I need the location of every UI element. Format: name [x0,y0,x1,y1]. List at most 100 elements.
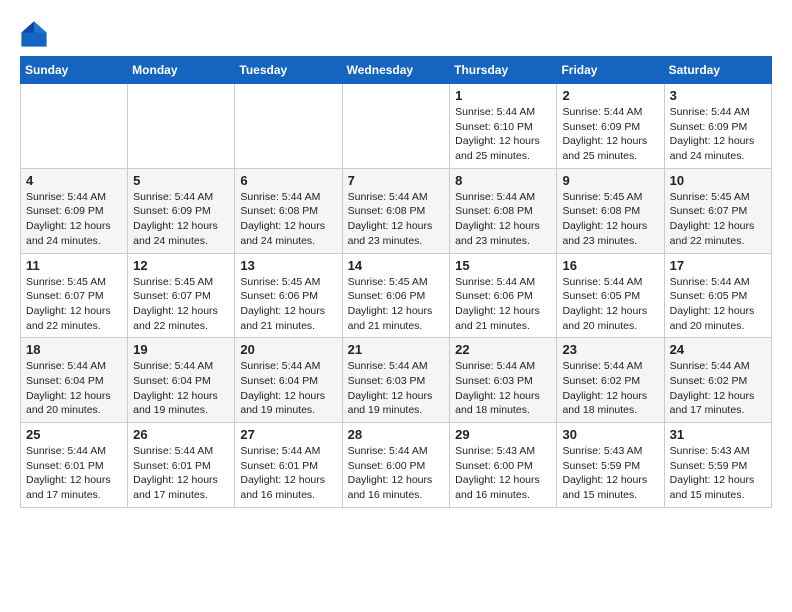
day-number: 21 [348,342,445,357]
day-number: 10 [670,173,766,188]
calendar-cell: 9 Sunrise: 5:45 AM Sunset: 6:08 PM Daylig… [557,168,664,253]
cell-info: Sunrise: 5:43 AM Sunset: 6:00 PM Dayligh… [455,444,551,503]
day-number: 14 [348,258,445,273]
cell-content: 23Sunrise: 5:44 AM Sunset: 6:02 PM Dayli… [562,342,658,418]
cell-info: Sunrise: 5:44 AM Sunset: 6:09 PM Dayligh… [562,105,658,164]
cell-content: 27Sunrise: 5:44 AM Sunset: 6:01 PM Dayli… [240,427,336,503]
logo [20,20,52,48]
cell-content: 1 Sunrise: 5:44 AM Sunset: 6:10 PM Daylig… [455,88,551,164]
calendar-cell: 8 Sunrise: 5:44 AM Sunset: 6:08 PM Daylig… [450,168,557,253]
calendar-cell [342,84,450,169]
day-number: 20 [240,342,336,357]
day-number: 9 [562,173,658,188]
calendar-cell: 6Sunrise: 5:44 AM Sunset: 6:08 PM Daylig… [235,168,342,253]
header [20,16,772,48]
cell-info: Sunrise: 5:44 AM Sunset: 6:05 PM Dayligh… [670,275,766,334]
cell-content: 9 Sunrise: 5:45 AM Sunset: 6:08 PM Daylig… [562,173,658,249]
cell-content: 2 Sunrise: 5:44 AM Sunset: 6:09 PM Daylig… [562,88,658,164]
cell-info: Sunrise: 5:44 AM Sunset: 6:08 PM Dayligh… [348,190,445,249]
cell-info: Sunrise: 5:44 AM Sunset: 6:04 PM Dayligh… [133,359,229,418]
cell-info: Sunrise: 5:44 AM Sunset: 6:01 PM Dayligh… [26,444,122,503]
cell-info: Sunrise: 5:44 AM Sunset: 6:08 PM Dayligh… [240,190,336,249]
calendar-cell [235,84,342,169]
day-number: 31 [670,427,766,442]
calendar-header-row: SundayMondayTuesdayWednesdayThursdayFrid… [21,57,772,84]
calendar-cell: 21Sunrise: 5:44 AM Sunset: 6:03 PM Dayli… [342,338,450,423]
cell-content: 4Sunrise: 5:44 AM Sunset: 6:09 PM Daylig… [26,173,122,249]
cell-content: 12Sunrise: 5:45 AM Sunset: 6:07 PM Dayli… [133,258,229,334]
cell-info: Sunrise: 5:44 AM Sunset: 6:02 PM Dayligh… [562,359,658,418]
cell-content: 14Sunrise: 5:45 AM Sunset: 6:06 PM Dayli… [348,258,445,334]
calendar-cell [21,84,128,169]
cell-info: Sunrise: 5:44 AM Sunset: 6:09 PM Dayligh… [133,190,229,249]
calendar-cell: 13 Sunrise: 5:45 AM Sunset: 6:06 PM Dayli… [235,253,342,338]
calendar-cell [128,84,235,169]
cell-info: Sunrise: 5:44 AM Sunset: 6:01 PM Dayligh… [240,444,336,503]
cell-content: 3Sunrise: 5:44 AM Sunset: 6:09 PM Daylig… [670,88,766,164]
header-friday: Friday [557,57,664,84]
day-number: 17 [670,258,766,273]
calendar-week-row: 1 Sunrise: 5:44 AM Sunset: 6:10 PM Daylig… [21,84,772,169]
calendar-cell: 12Sunrise: 5:45 AM Sunset: 6:07 PM Dayli… [128,253,235,338]
cell-content: 26Sunrise: 5:44 AM Sunset: 6:01 PM Dayli… [133,427,229,503]
calendar-cell: 1 Sunrise: 5:44 AM Sunset: 6:10 PM Daylig… [450,84,557,169]
cell-info: Sunrise: 5:45 AM Sunset: 6:08 PM Dayligh… [562,190,658,249]
cell-info: Sunrise: 5:44 AM Sunset: 6:04 PM Dayligh… [240,359,336,418]
calendar-cell: 17 Sunrise: 5:44 AM Sunset: 6:05 PM Dayli… [664,253,771,338]
cell-content: 18Sunrise: 5:44 AM Sunset: 6:04 PM Dayli… [26,342,122,418]
calendar-cell: 14Sunrise: 5:45 AM Sunset: 6:06 PM Dayli… [342,253,450,338]
day-number: 13 [240,258,336,273]
day-number: 25 [26,427,122,442]
logo-icon [20,20,48,48]
header-thursday: Thursday [450,57,557,84]
cell-info: Sunrise: 5:44 AM Sunset: 6:00 PM Dayligh… [348,444,445,503]
cell-content: 28 Sunrise: 5:44 AM Sunset: 6:00 PM Dayli… [348,427,445,503]
day-number: 22 [455,342,551,357]
calendar-cell: 28 Sunrise: 5:44 AM Sunset: 6:00 PM Dayli… [342,423,450,508]
cell-content: 15Sunrise: 5:44 AM Sunset: 6:06 PM Dayli… [455,258,551,334]
cell-info: Sunrise: 5:44 AM Sunset: 6:09 PM Dayligh… [26,190,122,249]
cell-info: Sunrise: 5:44 AM Sunset: 6:06 PM Dayligh… [455,275,551,334]
calendar-cell: 23Sunrise: 5:44 AM Sunset: 6:02 PM Dayli… [557,338,664,423]
day-number: 7 [348,173,445,188]
header-tuesday: Tuesday [235,57,342,84]
calendar-week-row: 25 Sunrise: 5:44 AM Sunset: 6:01 PM Dayli… [21,423,772,508]
cell-info: Sunrise: 5:45 AM Sunset: 6:07 PM Dayligh… [26,275,122,334]
day-number: 16 [562,258,658,273]
cell-info: Sunrise: 5:43 AM Sunset: 5:59 PM Dayligh… [670,444,766,503]
calendar-cell: 26Sunrise: 5:44 AM Sunset: 6:01 PM Dayli… [128,423,235,508]
cell-content: 21Sunrise: 5:44 AM Sunset: 6:03 PM Dayli… [348,342,445,418]
cell-info: Sunrise: 5:44 AM Sunset: 6:08 PM Dayligh… [455,190,551,249]
cell-info: Sunrise: 5:44 AM Sunset: 6:10 PM Dayligh… [455,105,551,164]
day-number: 5 [133,173,229,188]
cell-content: 6Sunrise: 5:44 AM Sunset: 6:08 PM Daylig… [240,173,336,249]
cell-content: 7 Sunrise: 5:44 AM Sunset: 6:08 PM Daylig… [348,173,445,249]
cell-info: Sunrise: 5:44 AM Sunset: 6:05 PM Dayligh… [562,275,658,334]
day-number: 1 [455,88,551,103]
calendar-cell: 11Sunrise: 5:45 AM Sunset: 6:07 PM Dayli… [21,253,128,338]
cell-info: Sunrise: 5:44 AM Sunset: 6:03 PM Dayligh… [455,359,551,418]
calendar-cell: 16 Sunrise: 5:44 AM Sunset: 6:05 PM Dayli… [557,253,664,338]
day-number: 8 [455,173,551,188]
calendar-cell: 7 Sunrise: 5:44 AM Sunset: 6:08 PM Daylig… [342,168,450,253]
calendar-cell: 19Sunrise: 5:44 AM Sunset: 6:04 PM Dayli… [128,338,235,423]
cell-info: Sunrise: 5:43 AM Sunset: 5:59 PM Dayligh… [562,444,658,503]
calendar-week-row: 4Sunrise: 5:44 AM Sunset: 6:09 PM Daylig… [21,168,772,253]
calendar-table: SundayMondayTuesdayWednesdayThursdayFrid… [20,56,772,508]
day-number: 3 [670,88,766,103]
day-number: 2 [562,88,658,103]
cell-content: 29Sunrise: 5:43 AM Sunset: 6:00 PM Dayli… [455,427,551,503]
calendar-cell: 31 Sunrise: 5:43 AM Sunset: 5:59 PM Dayli… [664,423,771,508]
cell-content: 22 Sunrise: 5:44 AM Sunset: 6:03 PM Dayli… [455,342,551,418]
cell-content: 25 Sunrise: 5:44 AM Sunset: 6:01 PM Dayli… [26,427,122,503]
calendar-cell: 4Sunrise: 5:44 AM Sunset: 6:09 PM Daylig… [21,168,128,253]
cell-content: 16 Sunrise: 5:44 AM Sunset: 6:05 PM Dayli… [562,258,658,334]
day-number: 12 [133,258,229,273]
cell-info: Sunrise: 5:45 AM Sunset: 6:06 PM Dayligh… [240,275,336,334]
day-number: 24 [670,342,766,357]
header-monday: Monday [128,57,235,84]
calendar-cell: 10Sunrise: 5:45 AM Sunset: 6:07 PM Dayli… [664,168,771,253]
cell-content: 24Sunrise: 5:44 AM Sunset: 6:02 PM Dayli… [670,342,766,418]
calendar-cell: 2 Sunrise: 5:44 AM Sunset: 6:09 PM Daylig… [557,84,664,169]
day-number: 28 [348,427,445,442]
